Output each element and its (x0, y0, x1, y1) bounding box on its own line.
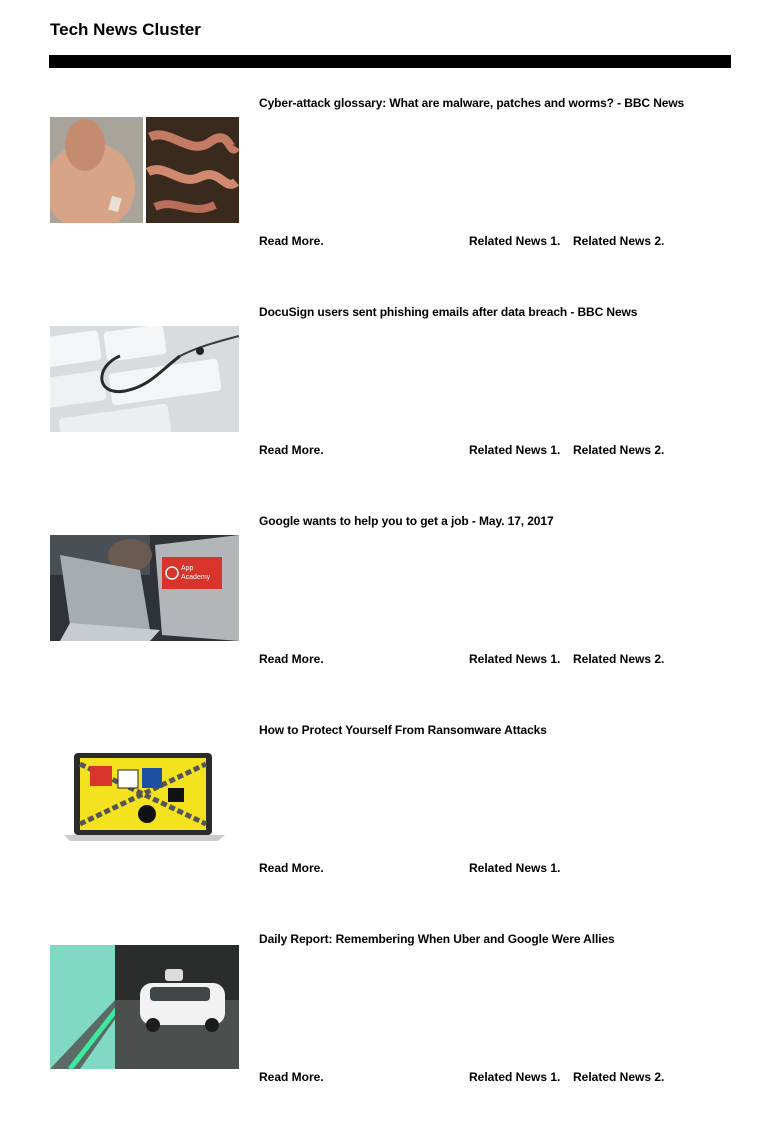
svg-text:App: App (181, 565, 194, 572)
page-title: Tech News Cluster (50, 20, 201, 39)
ransomware-laptop-illustration[interactable] (50, 744, 239, 850)
svg-text:Academy: Academy (181, 574, 211, 581)
read-more-link[interactable]: Read More. (259, 652, 324, 666)
self-driving-car-photo[interactable] (50, 945, 239, 1069)
read-more-link[interactable]: Read More. (259, 1070, 324, 1084)
related-news-2-link[interactable]: Related News 2. (573, 234, 664, 248)
title-divider-bar (49, 55, 731, 68)
related-news-1-link[interactable]: Related News 1. (469, 234, 560, 248)
read-more-link[interactable]: Read More. (259, 234, 324, 248)
keyboard-fishhook-photo[interactable] (50, 326, 239, 432)
article-headline[interactable]: Daily Report: Remembering When Uber and … (259, 932, 615, 946)
read-more-link[interactable]: Read More. (259, 861, 324, 875)
article-headline[interactable]: How to Protect Yourself From Ransomware … (259, 723, 547, 737)
news-article: Cyber-attack glossary: What are malware,… (0, 96, 766, 296)
related-news-1-link[interactable]: Related News 1. (469, 1070, 560, 1084)
man-and-worms-photo[interactable] (50, 117, 239, 223)
article-headline[interactable]: Google wants to help you to get a job - … (259, 514, 554, 528)
news-article: Daily Report: Remembering When Uber and … (0, 932, 766, 1132)
related-news-2-link[interactable]: Related News 2. (573, 443, 664, 457)
news-article: How to Protect Yourself From Ransomware … (0, 723, 766, 923)
related-news-2-link[interactable]: Related News 2. (573, 652, 664, 666)
laptops-app-academy-photo[interactable]: App Academy (50, 535, 239, 641)
related-news-1-link[interactable]: Related News 1. (469, 861, 560, 875)
article-headline[interactable]: Cyber-attack glossary: What are malware,… (259, 96, 684, 110)
article-headline[interactable]: DocuSign users sent phishing emails afte… (259, 305, 637, 319)
news-article: DocuSign users sent phishing emails afte… (0, 305, 766, 505)
related-news-1-link[interactable]: Related News 1. (469, 652, 560, 666)
related-news-1-link[interactable]: Related News 1. (469, 443, 560, 457)
read-more-link[interactable]: Read More. (259, 443, 324, 457)
related-news-2-link[interactable]: Related News 2. (573, 1070, 664, 1084)
news-article: App Academy Google wants to help you to … (0, 514, 766, 714)
